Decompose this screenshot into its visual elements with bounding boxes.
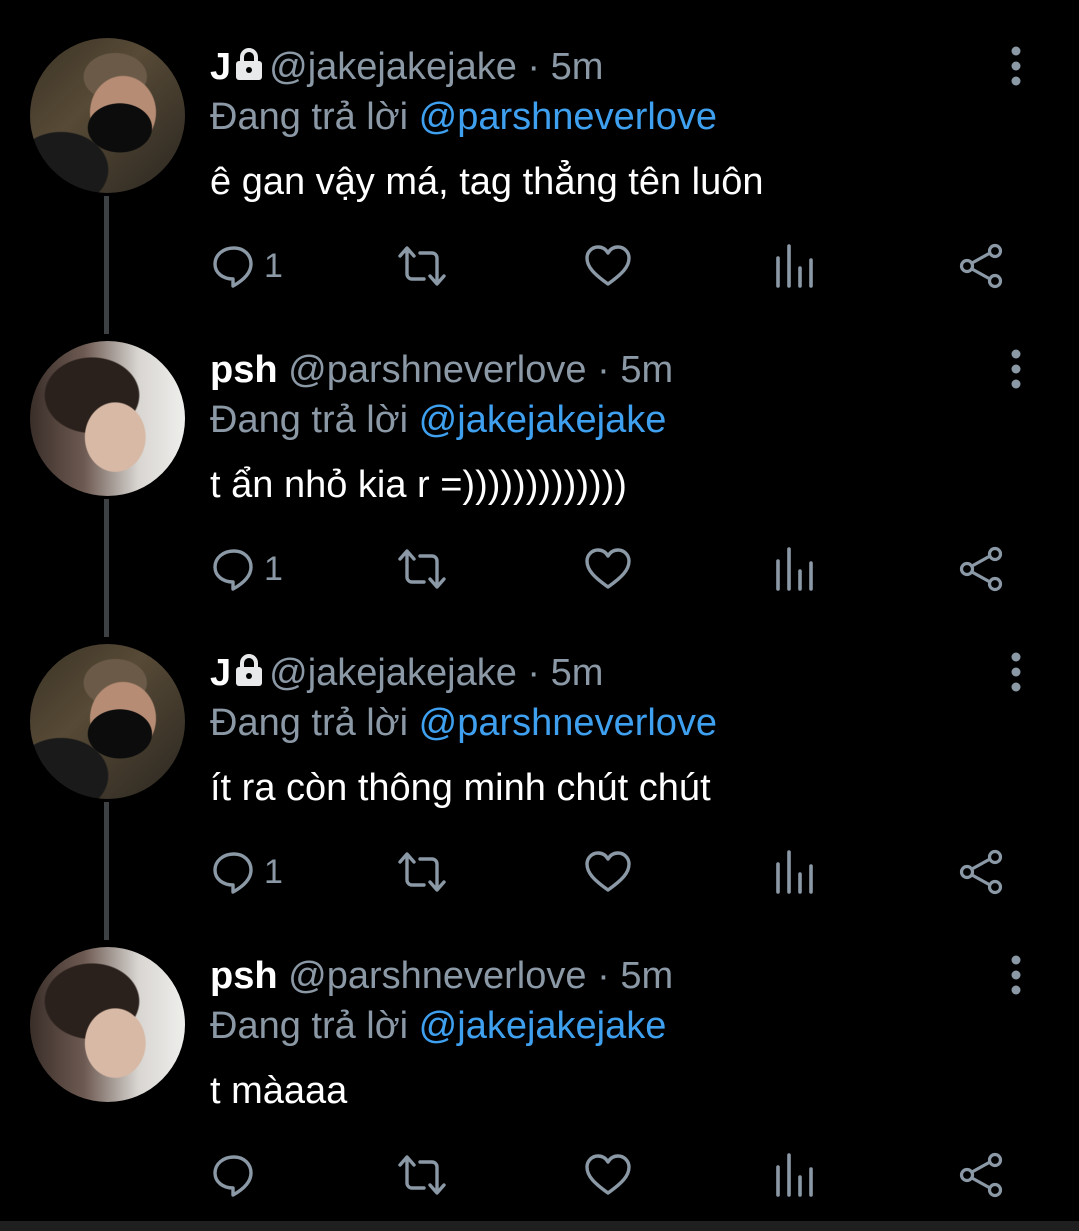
reply-icon [213, 549, 253, 591]
like-button[interactable] [584, 846, 632, 898]
tweet-header: psh @parshneverlove · 5m [210, 345, 673, 395]
replying-to-line: Đang trả lời @parshneverlove [210, 92, 717, 142]
tweet[interactable]: psh @parshneverlove · 5m Đang trả lời @j… [0, 909, 1079, 1212]
display-name[interactable]: J [210, 652, 231, 694]
views-button[interactable] [774, 543, 814, 595]
reply-button[interactable]: 1 [212, 543, 283, 595]
tweet-actions: 1 [0, 846, 1079, 898]
more-icon[interactable] [1000, 44, 1032, 88]
retweet-icon [398, 852, 446, 892]
replying-prefix: Đang trả lời [210, 96, 409, 138]
user-handle[interactable]: @parshneverlove [288, 349, 586, 391]
separator-dot: · [597, 955, 610, 997]
tweet-header: psh @parshneverlove · 5m [210, 951, 673, 1001]
replying-to-line: Đang trả lời @jakejakejake [210, 395, 666, 445]
like-icon [585, 548, 631, 589]
more-icon[interactable] [1000, 347, 1032, 391]
share-button[interactable] [958, 846, 1004, 898]
views-button[interactable] [774, 1149, 814, 1201]
reply-count: 1 [264, 852, 283, 891]
like-button[interactable] [584, 1149, 632, 1201]
share-icon [959, 243, 1003, 289]
reply-button[interactable]: 1 [212, 240, 283, 292]
timestamp[interactable]: 5m [620, 955, 673, 997]
retweet-button[interactable] [396, 240, 448, 292]
display-name[interactable]: J [210, 46, 231, 88]
tweet-actions: 1 [0, 240, 1079, 292]
share-icon [959, 849, 1003, 895]
stats-icon [776, 1153, 813, 1197]
like-button[interactable] [584, 240, 632, 292]
user-handle[interactable]: @jakejakejake [269, 46, 517, 88]
share-icon [959, 546, 1003, 592]
tweet-text: t ẩn nhỏ kia r =))))))))))))) [210, 464, 627, 506]
replying-to-line: Đang trả lời @parshneverlove [210, 698, 717, 748]
reply-icon [213, 852, 253, 894]
replying-to-mention[interactable]: @jakejakejake [419, 399, 667, 441]
tweet[interactable]: J @jakejakejake · 5m Đang trả lời @parshn… [0, 0, 1079, 303]
views-button[interactable] [774, 240, 814, 292]
share-button[interactable] [958, 1149, 1004, 1201]
like-icon [585, 1154, 631, 1195]
more-icon[interactable] [1000, 650, 1032, 694]
more-icon[interactable] [1000, 953, 1032, 997]
reply-count: 1 [264, 246, 283, 285]
display-name[interactable]: psh [210, 349, 278, 391]
timestamp[interactable]: 5m [551, 652, 604, 694]
retweet-icon [398, 246, 446, 286]
avatar[interactable] [30, 341, 185, 496]
tweet-actions: 1 [0, 543, 1079, 595]
lock-icon [236, 654, 263, 686]
tweet[interactable]: psh @parshneverlove · 5m Đang trả lời @j… [0, 303, 1079, 606]
conversation-thread: J @jakejakejake · 5m Đang trả lời @parshn… [0, 0, 1079, 1231]
tweet-text: ê gan vậy má, tag thẳng tên luôn [210, 161, 764, 203]
separator-dot: · [597, 349, 610, 391]
share-icon [959, 1152, 1003, 1198]
separator-dot: · [527, 46, 541, 88]
share-button[interactable] [958, 543, 1004, 595]
avatar[interactable] [30, 38, 185, 193]
replying-to-mention[interactable]: @parshneverlove [419, 702, 717, 744]
replying-to-mention[interactable]: @parshneverlove [419, 96, 717, 138]
separator-dot: · [527, 652, 541, 694]
replying-prefix: Đang trả lời [210, 399, 409, 441]
tweet-text: t màaaa [210, 1070, 348, 1112]
reply-icon [213, 1155, 253, 1197]
replying-to-line: Đang trả lời @jakejakejake [210, 1001, 666, 1051]
stats-icon [776, 547, 813, 591]
avatar[interactable] [30, 947, 185, 1102]
like-icon [585, 851, 631, 892]
like-icon [585, 245, 631, 286]
stats-icon [776, 850, 813, 894]
retweet-button[interactable] [396, 543, 448, 595]
timestamp[interactable]: 5m [551, 46, 604, 88]
reply-count: 1 [264, 549, 283, 588]
tweet[interactable]: J @jakejakejake · 5m Đang trả lời @parshn… [0, 606, 1079, 909]
reply-button[interactable] [212, 1149, 264, 1201]
views-button[interactable] [774, 846, 814, 898]
tweet-header: J @jakejakejake · 5m [210, 648, 603, 698]
reply-button[interactable]: 1 [212, 846, 283, 898]
display-name[interactable]: psh [210, 955, 278, 997]
replying-prefix: Đang trả lời [210, 702, 409, 744]
replying-prefix: Đang trả lời [210, 1005, 409, 1047]
replying-to-mention[interactable]: @jakejakejake [419, 1005, 667, 1047]
reply-icon [213, 246, 253, 288]
tweet-actions [0, 1149, 1079, 1201]
tweet-header: J @jakejakejake · 5m [210, 42, 603, 92]
user-handle[interactable]: @parshneverlove [288, 955, 586, 997]
tweet-text: ít ra còn thông minh chút chút [210, 767, 711, 809]
retweet-icon [398, 1155, 446, 1195]
like-button[interactable] [584, 543, 632, 595]
retweet-button[interactable] [396, 846, 448, 898]
lock-icon [236, 48, 263, 80]
retweet-icon [398, 549, 446, 589]
stats-icon [776, 244, 813, 288]
avatar[interactable] [30, 644, 185, 799]
timestamp[interactable]: 5m [620, 349, 673, 391]
bottom-divider [0, 1221, 1079, 1231]
user-handle[interactable]: @jakejakejake [269, 652, 517, 694]
retweet-button[interactable] [396, 1149, 448, 1201]
share-button[interactable] [958, 240, 1004, 292]
